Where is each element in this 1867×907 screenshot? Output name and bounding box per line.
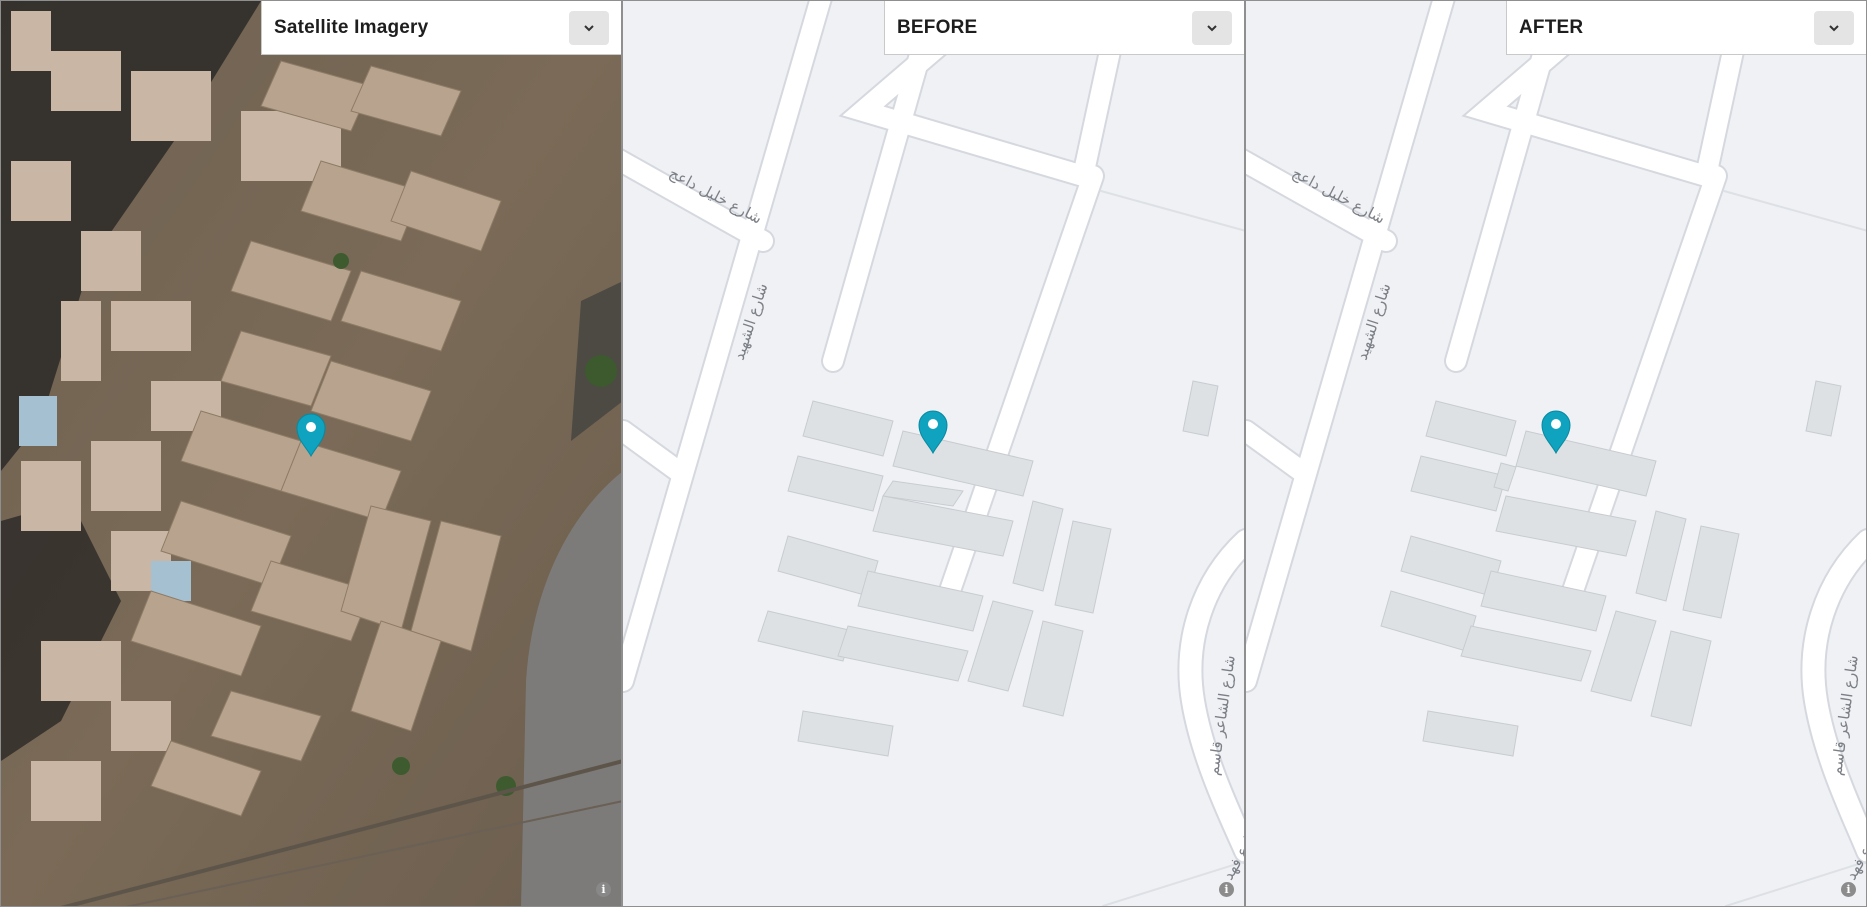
info-icon[interactable]: i (596, 882, 611, 897)
after-panel[interactable]: شارع خليل داعج شارع الشهيد شارع الشاعر ق… (1245, 0, 1867, 907)
chevron-down-icon (1829, 24, 1839, 31)
layer-dropdown-button[interactable] (1814, 10, 1854, 45)
satellite-panel[interactable]: Satellite Imagery i (0, 0, 622, 907)
layer-dropdown-button[interactable] (1192, 10, 1232, 45)
chevron-down-icon (1207, 24, 1217, 31)
before-panel[interactable]: شارع خليل داعج شارع الشهيد شارع الشاعر ق… (622, 0, 1245, 907)
map-comparison-view: Satellite Imagery i شارع خليل داعج شارع … (0, 0, 1867, 907)
before-map[interactable]: شارع خليل داعج شارع الشهيد شارع الشاعر ق… (623, 1, 1245, 907)
after-header: AFTER (1506, 1, 1866, 55)
panel-title: BEFORE (897, 16, 978, 38)
info-icon[interactable]: i (1219, 882, 1234, 897)
panel-title: AFTER (1519, 16, 1584, 38)
satellite-header: Satellite Imagery (261, 1, 621, 55)
before-header: BEFORE (884, 1, 1244, 55)
panel-title: Satellite Imagery (274, 16, 429, 38)
chevron-down-icon (584, 24, 594, 31)
satellite-map[interactable] (1, 1, 622, 907)
info-icon[interactable]: i (1841, 882, 1856, 897)
layer-dropdown-button[interactable] (569, 10, 609, 45)
after-map[interactable]: شارع خليل داعج شارع الشهيد شارع الشاعر ق… (1246, 1, 1867, 907)
